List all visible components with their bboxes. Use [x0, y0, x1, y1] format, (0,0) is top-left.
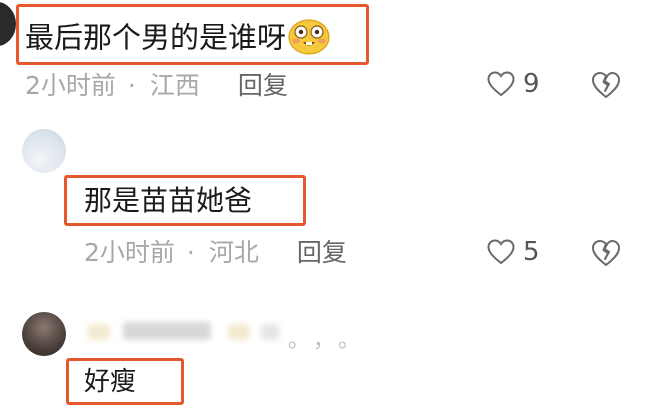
avatar[interactable]: [22, 312, 66, 356]
broken-heart-icon: [591, 240, 621, 271]
comment-meta: 2小时前 · 河北 回复: [84, 240, 347, 265]
timestamp: 2小时前: [84, 238, 175, 267]
separator: ·: [127, 71, 136, 100]
broken-heart-icon: [591, 72, 621, 103]
comment-meta: 2小时前 · 江西 回复: [25, 73, 288, 98]
avatar[interactable]: [0, 2, 16, 46]
header-punctuation: 。，。: [288, 328, 375, 353]
heart-outline-icon: [487, 71, 523, 97]
reply-button[interactable]: 回复: [238, 73, 288, 98]
heart-outline-icon: [487, 239, 523, 265]
location: 江西: [149, 71, 200, 100]
comment-text: 最后那个男的是谁呀: [25, 19, 330, 60]
comment-text: 那是苗苗她爸: [84, 184, 253, 217]
location: 河北: [208, 238, 259, 267]
username-blurred: [88, 322, 288, 344]
dislike-button[interactable]: [591, 71, 621, 103]
reply-button[interactable]: 回复: [297, 240, 347, 265]
blush-laugh-emoji-icon: [288, 19, 330, 60]
like-button[interactable]: 5: [487, 239, 540, 265]
dislike-button[interactable]: [591, 239, 621, 271]
like-button[interactable]: 9: [487, 71, 540, 97]
avatar[interactable]: [22, 129, 66, 173]
comment-text: 好瘦: [84, 367, 137, 397]
like-count: 5: [523, 237, 540, 267]
separator: ·: [186, 238, 195, 267]
like-count: 9: [523, 69, 540, 99]
timestamp: 2小时前: [25, 71, 116, 100]
